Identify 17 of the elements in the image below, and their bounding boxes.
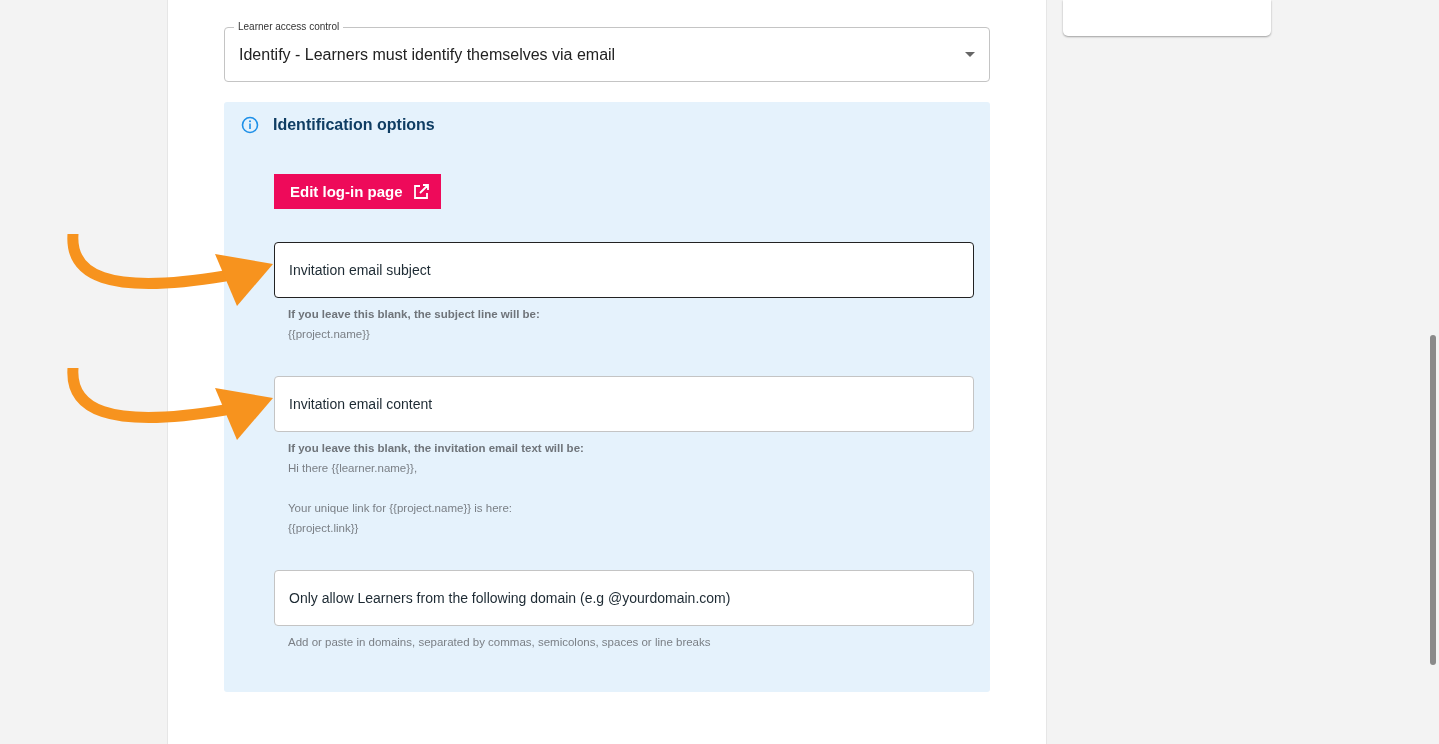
help-text: {{project.name}} (288, 327, 371, 342)
text-field[interactable]: Invitation email subject (274, 242, 974, 298)
scrollbar[interactable] (1430, 335, 1436, 665)
dropdown-caret-icon (965, 52, 975, 57)
help-text: Your unique link for {{project.name}} is here: (288, 501, 513, 516)
text-field[interactable]: Invitation email content (274, 376, 974, 432)
external-link-icon (412, 183, 429, 200)
select-label: Learner access control (234, 21, 344, 32)
panel-title: Identification options (273, 116, 435, 134)
help-text: If you leave this blank, the invitation email text will be: (288, 441, 585, 456)
help-text: Hi there {{learner.name}}, (288, 461, 419, 476)
help-text: {{project.link}} (288, 521, 360, 536)
edit-login-page-button[interactable]: Edit log-in page (274, 174, 441, 209)
text-field[interactable]: Only allow Learners from the following domain (e.g @yourdomain.com) (274, 570, 974, 626)
info-icon (241, 116, 259, 134)
help-text: Add or paste in domains, separated by commas, semicolons, spaces or line breaks (288, 635, 712, 650)
help-text: If you leave this blank, the subject line will be: (288, 307, 541, 322)
